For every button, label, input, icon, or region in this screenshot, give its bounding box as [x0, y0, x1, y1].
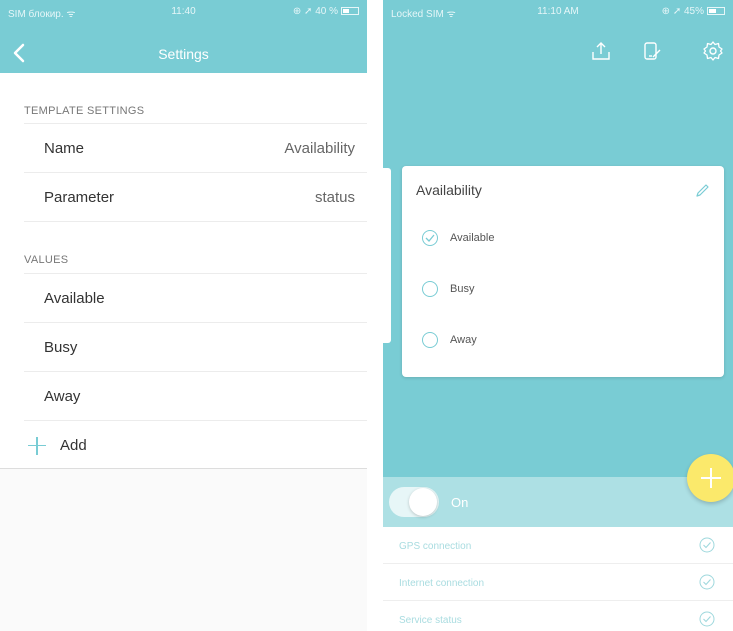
- phone-edit-icon[interactable]: [641, 40, 663, 62]
- status-bar: Locked SIM ᯤ 11:10 AM ⊕ ➚ 45%: [383, 0, 733, 22]
- battery-icon: [341, 7, 359, 15]
- value-label: Away: [44, 387, 81, 405]
- add-value-button[interactable]: Add: [24, 421, 367, 470]
- status-label: Internet connection: [399, 578, 485, 589]
- add-label: Add: [60, 437, 87, 454]
- battery-text: ⊕ ➚ 45%: [661, 6, 704, 17]
- template-settings-header: TEMPLATE SETTINGS: [24, 105, 145, 117]
- toggle-label: On: [451, 495, 469, 510]
- settings-screen: SIM блокир. ᯤ 11:40 ⊕ ➚ 40 % Settings TE…: [0, 0, 367, 631]
- main-screen: Locked SIM ᯤ 11:10 AM ⊕ ➚ 45% Availabili…: [383, 0, 733, 631]
- check-circle-icon: [699, 574, 715, 590]
- pencil-icon[interactable]: [694, 183, 710, 199]
- upload-icon[interactable]: [590, 40, 612, 62]
- check-circle-icon: [699, 611, 715, 627]
- option-away[interactable]: Away: [422, 332, 477, 348]
- screen-divider: [367, 0, 383, 631]
- status-label: Service status: [399, 615, 462, 626]
- gear-icon[interactable]: [702, 40, 724, 62]
- option-label: Busy: [450, 283, 475, 295]
- card-title: Availability: [416, 182, 482, 198]
- option-available[interactable]: Available: [422, 230, 494, 246]
- name-label: Name: [44, 139, 85, 157]
- value-row-available[interactable]: Available: [24, 274, 367, 323]
- add-fab-button[interactable]: [687, 454, 733, 502]
- parameter-row[interactable]: Parameter status: [24, 173, 367, 222]
- battery-icon: [707, 7, 725, 15]
- status-bar: SIM блокир. ᯤ 11:40 ⊕ ➚ 40 %: [0, 0, 367, 22]
- name-value: Availability: [284, 139, 355, 157]
- status-item: Internet connection: [383, 564, 733, 601]
- radio-unchecked-icon: [422, 332, 438, 348]
- option-label: Available: [450, 232, 495, 244]
- radio-unchecked-icon: [422, 281, 438, 297]
- parameter-value: status: [314, 188, 355, 206]
- toggle-bar: On: [383, 477, 733, 527]
- battery-indicator: ⊕ ➚ 45%: [662, 6, 725, 17]
- option-label: Away: [450, 334, 477, 346]
- battery-indicator: ⊕ ➚ 40 %: [293, 6, 359, 17]
- value-row-away[interactable]: Away: [24, 372, 367, 421]
- empty-area: [0, 468, 367, 631]
- status-label: GPS connection: [399, 541, 472, 552]
- value-label: Busy: [44, 338, 78, 356]
- option-busy[interactable]: Busy: [422, 281, 474, 297]
- page-title: Settings: [158, 46, 209, 62]
- value-row-busy[interactable]: Busy: [24, 323, 367, 372]
- toggle-knob[interactable]: [409, 488, 437, 516]
- parameter-label: Parameter: [44, 188, 115, 206]
- status-list: GPS connection Internet connection Servi…: [383, 527, 733, 631]
- plus-icon: [28, 436, 46, 455]
- radio-checked-icon: [422, 230, 438, 246]
- status-item: GPS connection: [383, 527, 733, 564]
- name-row[interactable]: Name Availability: [24, 124, 367, 173]
- status-item: Service status: [383, 601, 733, 631]
- battery-text: ⊕ ➚ 40 %: [292, 6, 338, 17]
- values-header: VALUES: [24, 254, 69, 266]
- check-circle-icon: [699, 537, 715, 553]
- value-label: Available: [44, 289, 105, 307]
- previous-card-edge[interactable]: [383, 168, 391, 343]
- settings-navbar: SIM блокир. ᯤ 11:40 ⊕ ➚ 40 % Settings: [0, 0, 367, 73]
- availability-card: Availability Available Busy Away: [402, 166, 724, 377]
